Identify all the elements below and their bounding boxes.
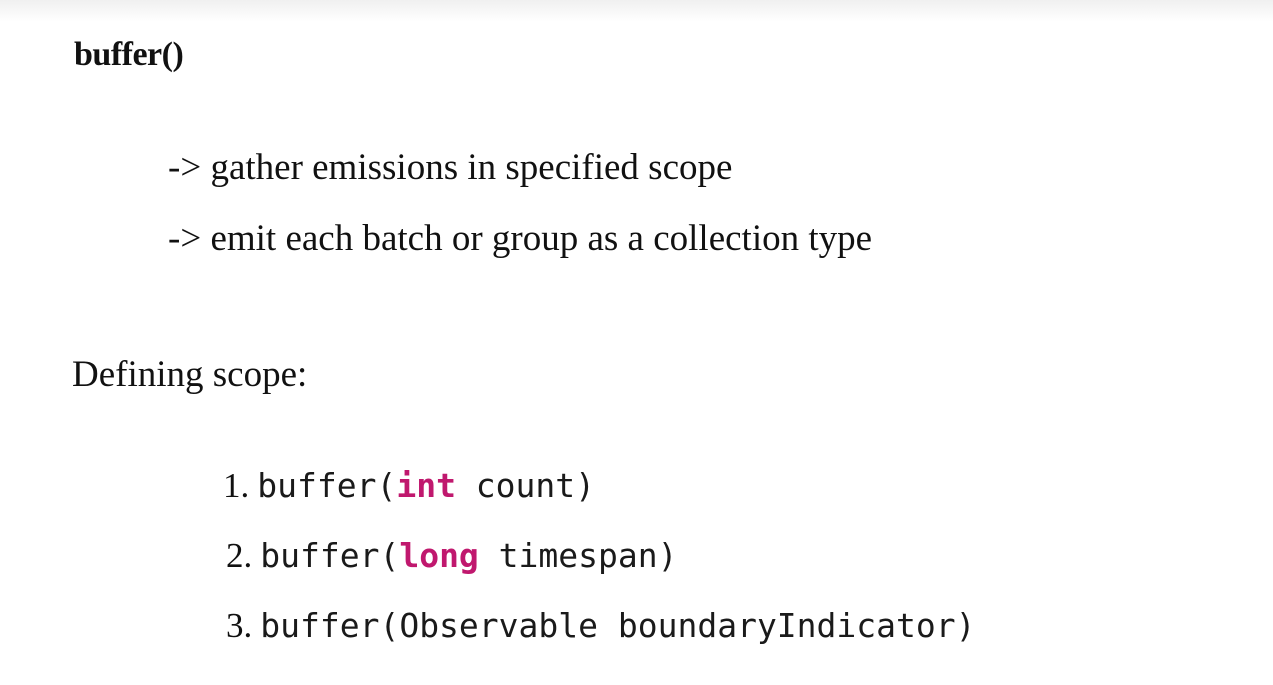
code-prefix: buffer(Observable boundaryIndicator) bbox=[260, 606, 976, 645]
code-signature: buffer(int count) bbox=[257, 466, 595, 505]
list-number: 2. bbox=[226, 536, 253, 575]
section-heading-defining-scope: Defining scope: bbox=[72, 354, 308, 395]
code-suffix: count) bbox=[455, 466, 596, 505]
code-signature: buffer(long timespan) bbox=[260, 536, 677, 575]
list-number: 3. bbox=[226, 606, 253, 645]
list-item-buffer-count: 1. buffer(int count) bbox=[223, 466, 595, 506]
code-keyword: long bbox=[399, 536, 479, 575]
code-signature: buffer(Observable boundaryIndicator) bbox=[260, 606, 975, 645]
code-prefix: buffer( bbox=[257, 466, 397, 505]
bullet-emit-batch: -> emit each batch or group as a collect… bbox=[168, 218, 873, 259]
bullet-gather-emissions: -> gather emissions in specified scope bbox=[168, 147, 733, 188]
list-item-buffer-observable: 3. buffer(Observable boundaryIndicator) bbox=[226, 606, 976, 646]
page-title: buffer() bbox=[74, 36, 184, 73]
code-prefix: buffer( bbox=[260, 536, 400, 575]
code-suffix: timespan) bbox=[478, 536, 678, 575]
list-number: 1. bbox=[223, 466, 250, 505]
code-keyword: int bbox=[396, 466, 456, 505]
list-item-buffer-timespan: 2. buffer(long timespan) bbox=[226, 536, 678, 576]
top-shadow bbox=[0, 0, 1273, 22]
